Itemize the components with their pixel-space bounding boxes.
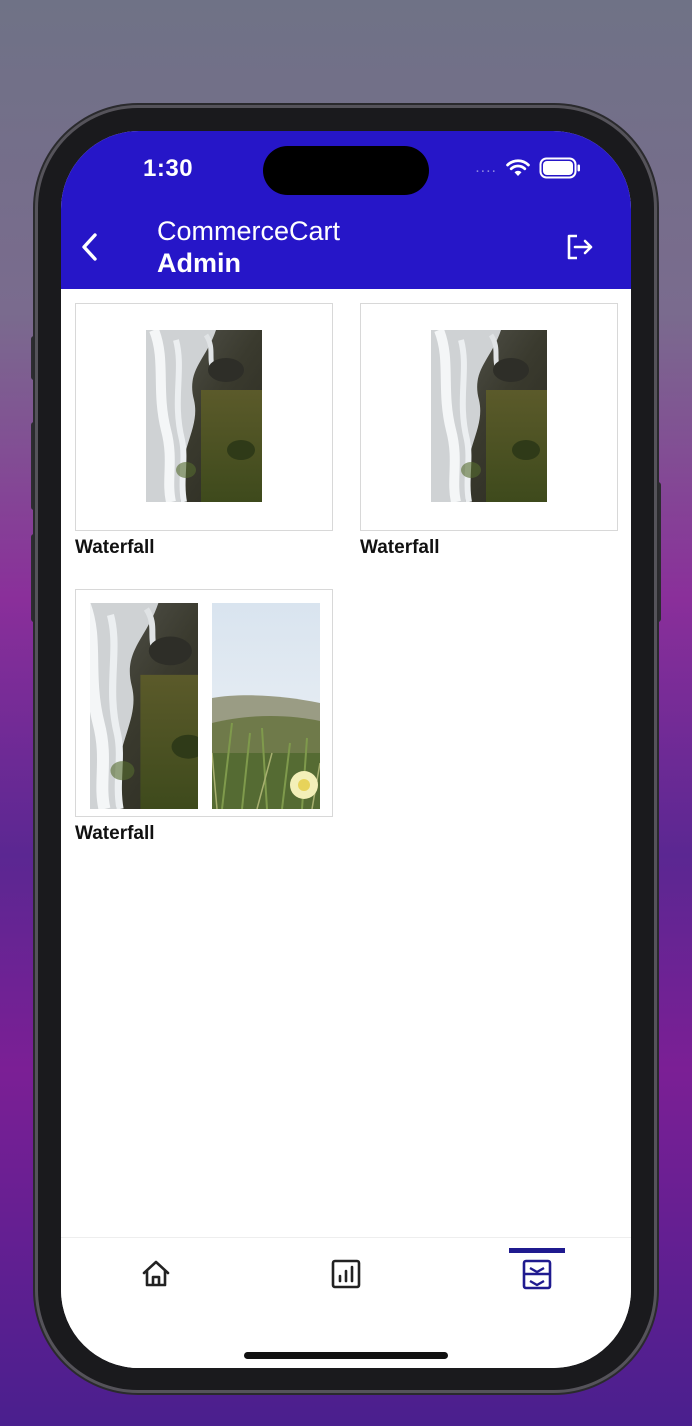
product-name: Waterfall: [360, 537, 440, 558]
header-title: CommerceCart Admin: [157, 215, 340, 279]
status-icons: ....: [475, 157, 581, 179]
tab-inventory[interactable]: [497, 1238, 577, 1318]
app-name: CommerceCart: [157, 216, 341, 246]
product-image: [146, 330, 262, 502]
phone-volume-up: [31, 422, 37, 510]
app-screen: 1:30 .... CommerceCart Admin Waterfall W…: [61, 131, 631, 1368]
product-card[interactable]: [360, 303, 618, 531]
bottom-tab-bar: [61, 1237, 631, 1368]
product-card[interactable]: [75, 589, 333, 817]
dynamic-island: [263, 146, 429, 195]
product-name: Waterfall: [75, 823, 155, 844]
phone-silent-switch: [31, 336, 37, 380]
home-indicator: [244, 1352, 448, 1359]
back-button[interactable]: [75, 227, 105, 267]
product-image: [212, 603, 320, 809]
wifi-icon: [506, 159, 530, 176]
tab-reports[interactable]: [306, 1238, 386, 1318]
phone-volume-down: [31, 534, 37, 622]
home-icon: [142, 1260, 170, 1287]
tab-home[interactable]: [116, 1238, 196, 1318]
signal-dots: ....: [475, 159, 497, 176]
chart-icon: [331, 1259, 361, 1289]
product-card[interactable]: [75, 303, 333, 531]
product-name: Waterfall: [75, 537, 155, 558]
logout-button[interactable]: [561, 229, 597, 265]
app-header: 1:30 .... CommerceCart Admin: [61, 131, 631, 289]
product-image: [90, 603, 198, 809]
phone-power-button: [655, 482, 661, 622]
battery-icon: [539, 157, 580, 179]
product-image: [431, 330, 547, 502]
app-subtitle: Admin: [157, 248, 241, 278]
inventory-icon: [522, 1259, 552, 1290]
status-time: 1:30: [143, 155, 194, 182]
